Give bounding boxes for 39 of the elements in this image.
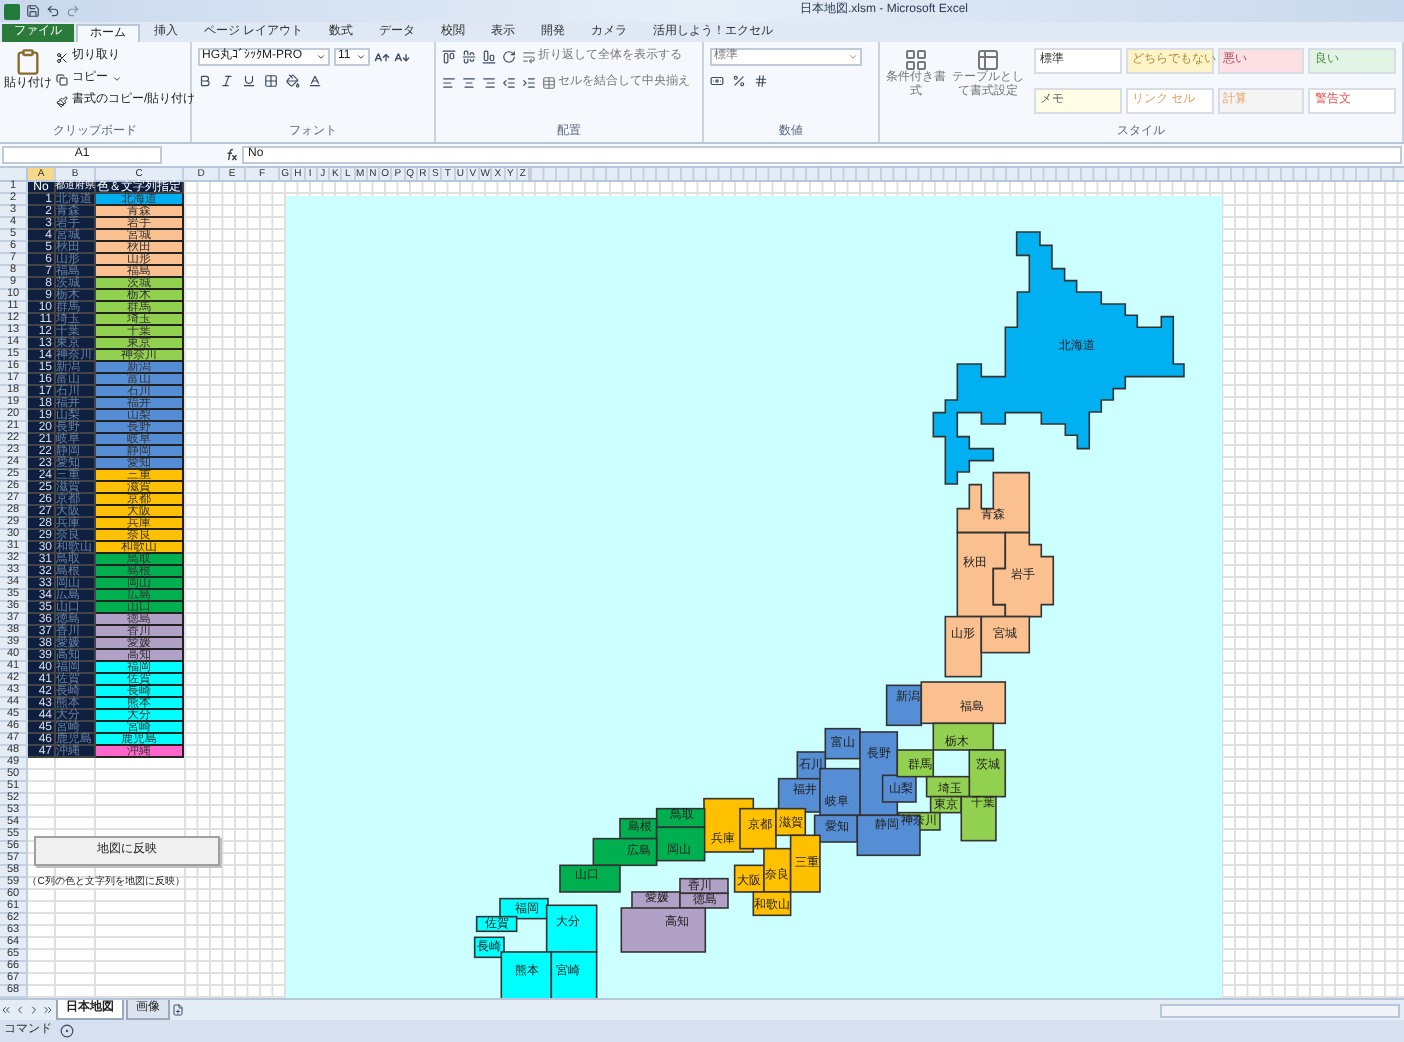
align-left-icon[interactable] [442,76,456,90]
align-middle-icon[interactable] [462,50,476,64]
insert-sheet-icon[interactable] [172,1004,184,1016]
align-right-icon[interactable] [482,76,496,90]
save-icon[interactable] [26,4,40,18]
align-bottom-icon[interactable] [482,50,496,64]
clipboard-icon [14,48,42,76]
copy-icon [56,73,68,85]
underline-icon[interactable] [242,74,256,88]
caret-icon [356,52,366,62]
fill-color-icon[interactable] [286,74,300,88]
horizontal-scrollbar[interactable] [1160,1003,1400,1017]
paintbrush-icon [56,95,68,107]
currency-icon[interactable] [710,74,724,88]
first-sheet-icon[interactable] [0,1004,12,1016]
align-center-icon[interactable] [462,76,476,90]
italic-icon[interactable] [220,74,234,88]
borders-icon[interactable] [264,74,278,88]
decrease-indent-icon[interactable] [502,76,516,90]
caret-icon [848,52,858,62]
font-color-icon[interactable] [308,74,322,88]
wrap-text-icon [522,50,536,64]
increase-indent-icon[interactable] [522,76,536,90]
table-icon [976,48,1000,72]
macro-record-icon[interactable] [60,1024,74,1038]
percent-icon[interactable] [732,74,746,88]
caret-icon [316,52,326,62]
orientation-icon[interactable] [502,50,516,64]
shrink-font-icon[interactable] [394,49,410,65]
scissors-icon [56,51,68,63]
undo-icon[interactable] [46,4,60,18]
caret-icon [112,74,122,84]
merge-cells-icon [542,76,556,90]
grid-icon [904,48,928,72]
comma-style-icon[interactable] [754,74,768,88]
last-sheet-icon[interactable] [42,1004,54,1016]
bold-icon[interactable] [198,74,212,88]
grow-font-icon[interactable] [374,49,390,65]
align-top-icon[interactable] [442,50,456,64]
